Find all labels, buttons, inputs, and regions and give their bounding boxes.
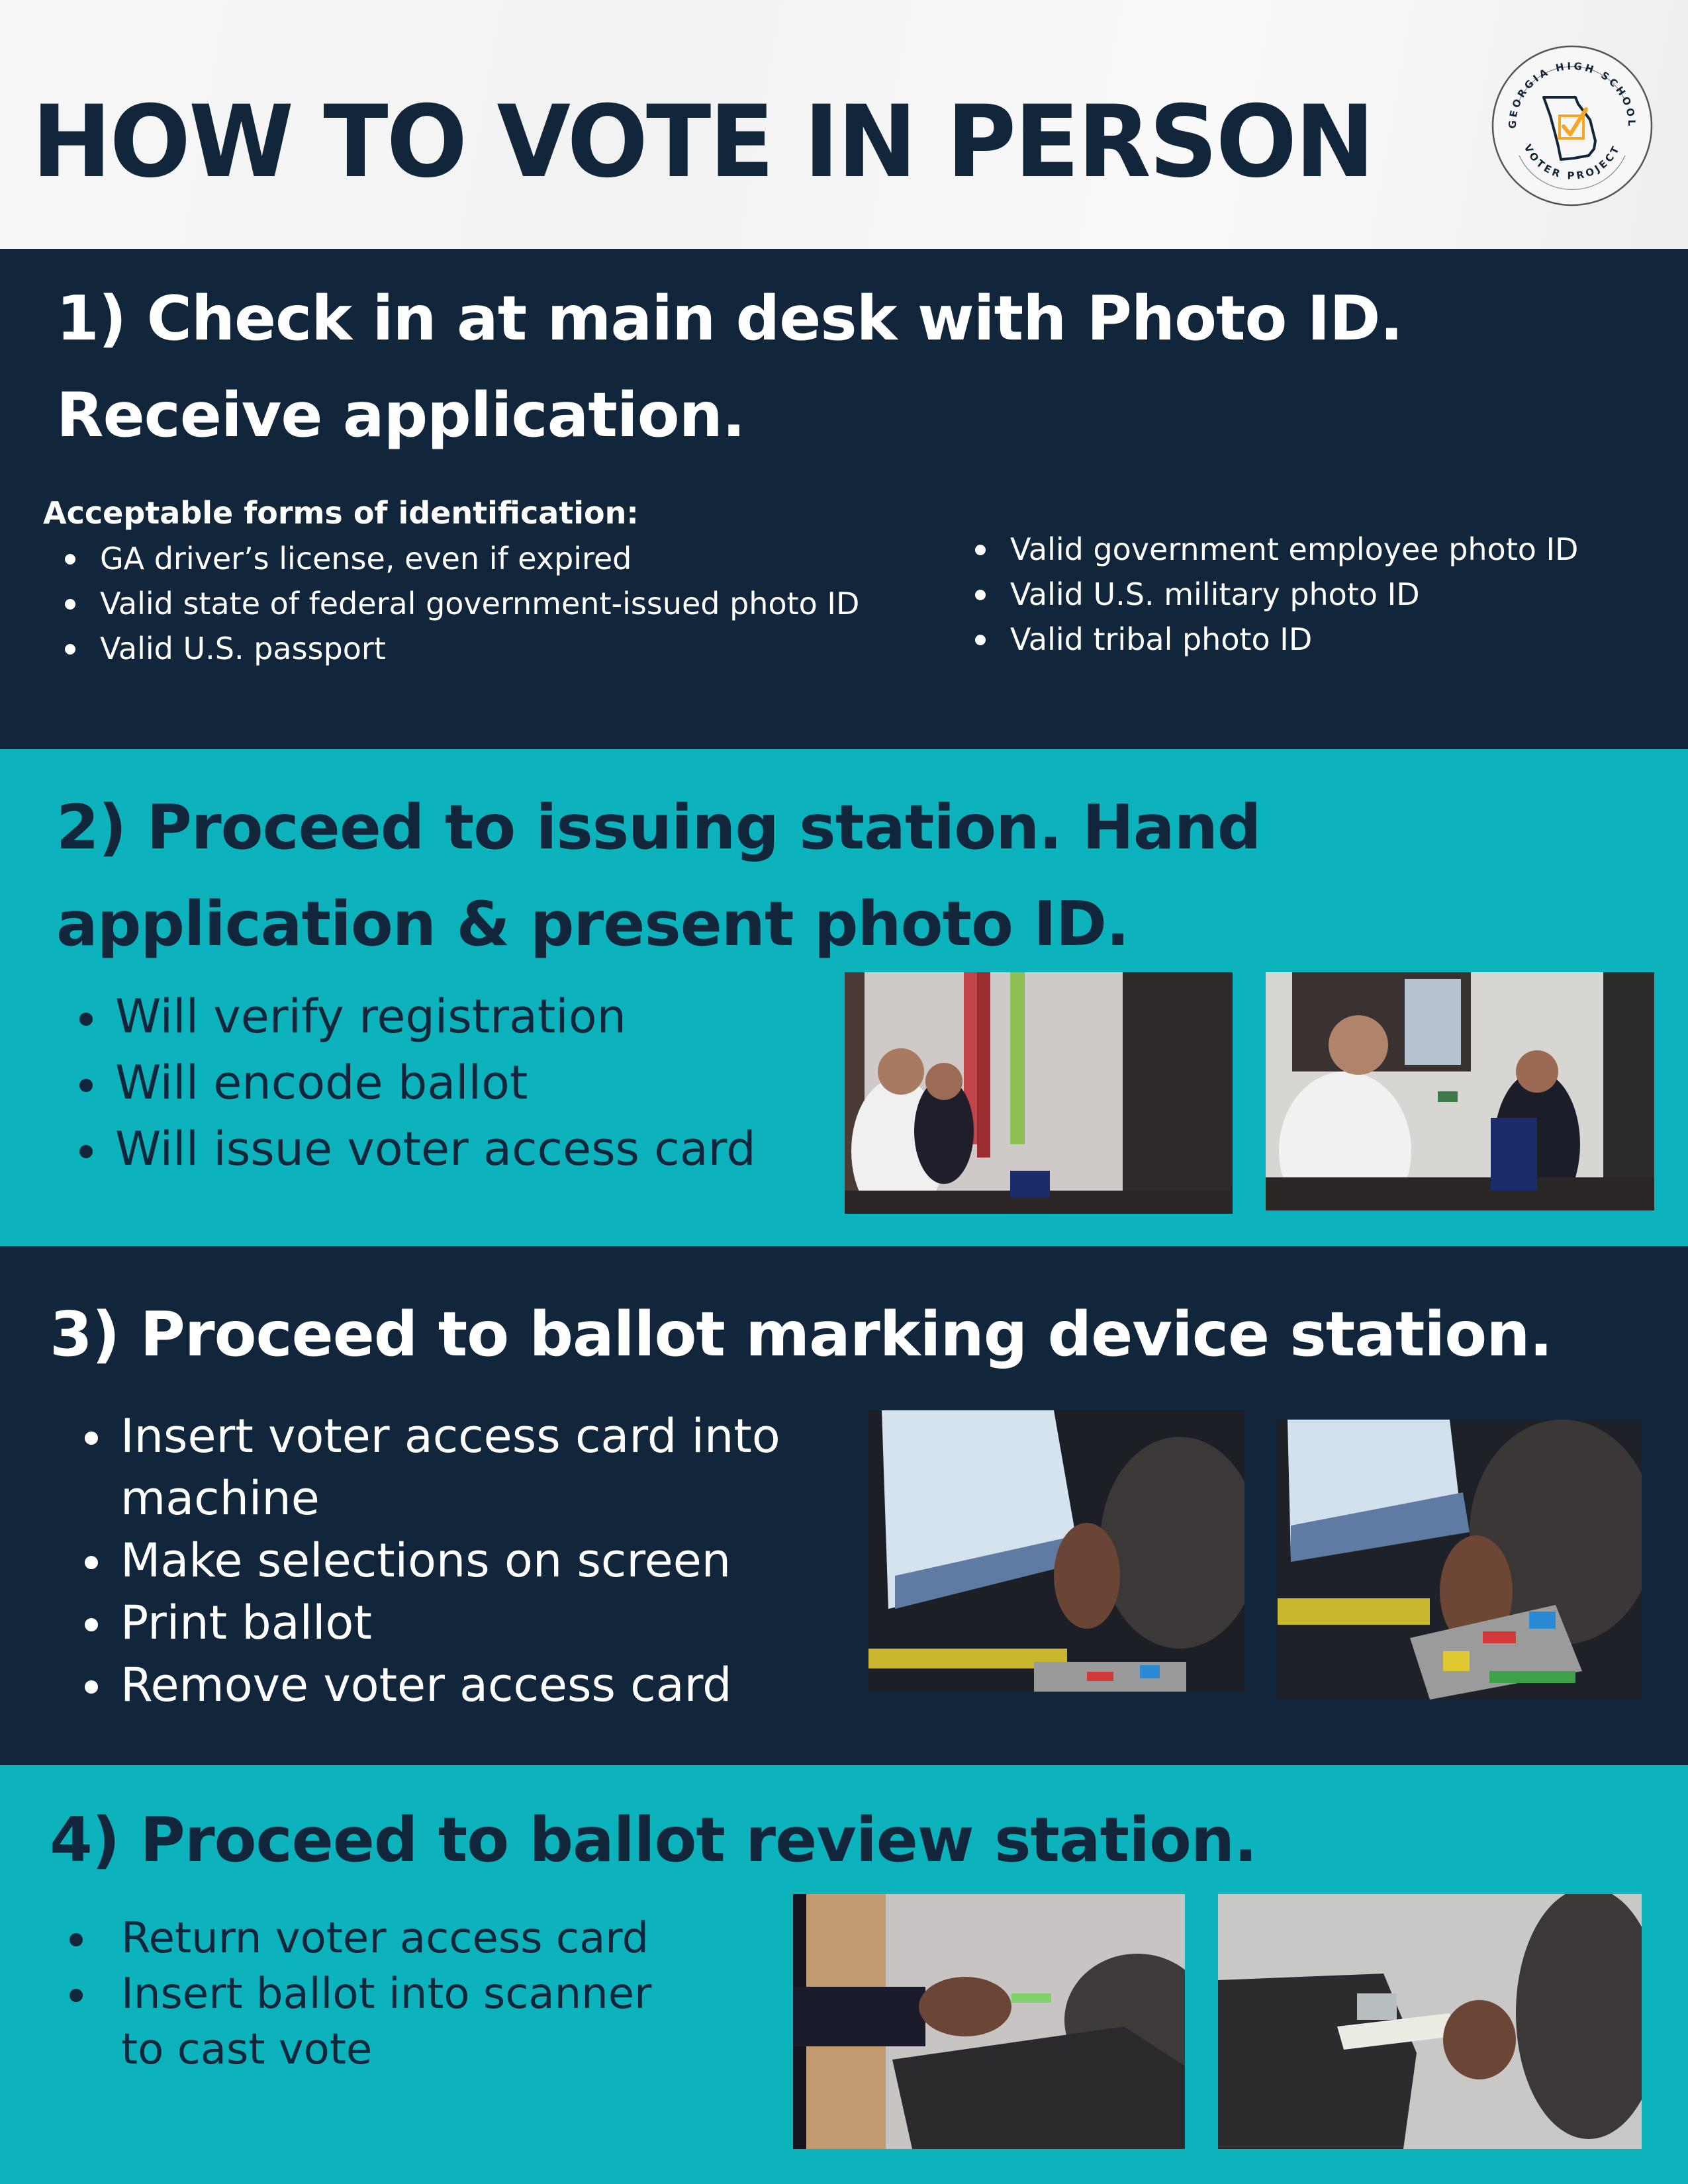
step-2-title-line-2: application & present photo ID.	[56, 888, 1129, 960]
step-1-section: 1) Check in at main desk with Photo ID. …	[0, 249, 1688, 749]
page-title: HOW TO VOTE IN PERSON	[32, 85, 1375, 200]
list-item: Print ballot	[71, 1592, 780, 1654]
id-item: GA driver’s license, even if expired	[43, 536, 859, 581]
id-list-right: Valid government employee photo ID Valid…	[953, 527, 1578, 662]
photo-card-handoff	[1266, 972, 1654, 1210]
id-item: Valid tribal photo ID	[953, 617, 1578, 662]
id-list-left: GA driver’s license, even if expired Val…	[43, 536, 859, 671]
id-item: Valid U.S. passport	[43, 626, 859, 671]
list-item: Will verify registration	[66, 983, 756, 1050]
step-1-title-line-2: Receive application.	[56, 379, 745, 451]
step-2-title-line-1: 2) Proceed to issuing station. Hand	[56, 792, 1261, 863]
photo-card-reader	[1278, 1420, 1642, 1700]
list-item: Make selections on screen	[71, 1529, 780, 1592]
id-item: Valid government employee photo ID	[953, 527, 1578, 572]
issuing-station-list: Will verify registration Will encode bal…	[66, 983, 756, 1182]
list-item: Remove voter access card	[71, 1654, 780, 1716]
page-header: HOW TO VOTE IN PERSON GEORGIA HIGH SCHOO…	[0, 0, 1688, 249]
list-item-continuation: to cast vote	[121, 2025, 373, 2074]
step-4-title: 4) Proceed to ballot review station.	[50, 1804, 1257, 1876]
step-2-section: 2) Proceed to issuing station. Hand appl…	[0, 749, 1688, 1246]
georgia-high-school-voter-project-logo: GEORGIA HIGH SCHOOL VOTER PROJECT	[1489, 43, 1655, 208]
id-forms-heading: Acceptable forms of identification:	[43, 495, 639, 531]
photo-scanner	[1218, 1894, 1642, 2149]
ballot-review-list: Return voter access card Insert ballot i…	[63, 1911, 651, 2077]
photo-touchscreen	[868, 1410, 1244, 1692]
list-item: Will issue voter access card	[66, 1116, 756, 1182]
list-item: Will encode ballot	[66, 1050, 756, 1116]
step-3-section: 3) Proceed to ballot marking device stat…	[0, 1246, 1688, 1765]
list-item: Insert ballot into scanner	[63, 1966, 651, 2022]
list-item-continuation: machine	[120, 1471, 320, 1525]
photo-return-card	[793, 1894, 1185, 2149]
step-4-section: 4) Proceed to ballot review station. Ret…	[0, 1765, 1688, 2184]
photo-issuing-desk	[845, 972, 1233, 1214]
list-item: Return voter access card	[63, 1911, 651, 1966]
list-item: Insert voter access card into	[71, 1405, 780, 1467]
ballot-marking-list: Insert voter access card into machine Ma…	[71, 1405, 780, 1716]
id-item: Valid U.S. military photo ID	[953, 572, 1578, 617]
id-item: Valid state of federal government-issued…	[43, 581, 859, 626]
step-3-title: 3) Proceed to ballot marking device stat…	[50, 1298, 1553, 1370]
step-1-title-line-1: 1) Check in at main desk with Photo ID.	[56, 283, 1403, 354]
